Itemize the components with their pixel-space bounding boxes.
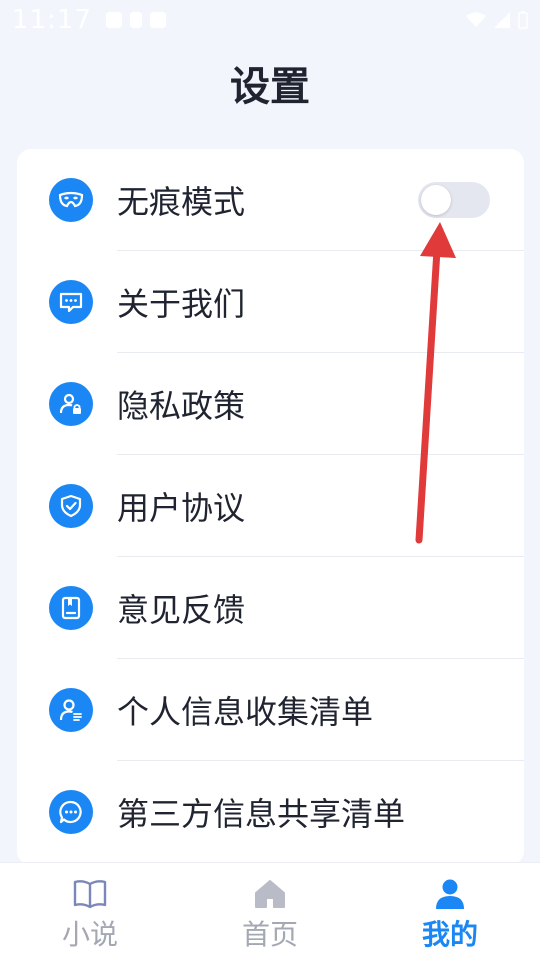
settings-item-label: 用户协议 — [117, 489, 246, 527]
mask-icon — [49, 178, 93, 222]
settings-item-label: 隐私政策 — [117, 387, 246, 425]
book-icon — [72, 877, 108, 911]
settings-item-incognito-mode[interactable]: 无痕模式 — [17, 149, 524, 251]
image-notification-icon — [105, 12, 122, 28]
signal-icon — [494, 12, 510, 28]
person-icon — [434, 877, 466, 911]
tab-mine[interactable]: 我的 — [360, 863, 540, 961]
settings-item-user-agreement[interactable]: 用户协议 — [17, 455, 524, 557]
settings-list: 无痕模式 关于我们 隐私政策 用户协议 意见反馈 个人信息收集清单 第三方信息共… — [17, 149, 524, 865]
tab-label: 首页 — [241, 918, 298, 951]
settings-item-personal-info-list[interactable]: 个人信息收集清单 — [17, 659, 524, 761]
home-icon — [254, 877, 286, 911]
status-bar: 11:17 — [0, 0, 540, 40]
wifi-icon — [466, 12, 486, 27]
download-notification-icon — [129, 12, 142, 28]
tab-home[interactable]: 首页 — [180, 863, 360, 961]
settings-item-privacy-policy[interactable]: 隐私政策 — [17, 353, 524, 455]
app-notification-icon — [149, 12, 166, 28]
notification-icons — [105, 12, 166, 28]
user-list-icon — [49, 688, 93, 732]
settings-item-label: 个人信息收集清单 — [117, 693, 374, 731]
settings-item-label: 意见反馈 — [117, 591, 246, 629]
user-lock-icon — [49, 382, 93, 426]
bottom-tab-bar: 小说 首页 我的 — [0, 862, 540, 961]
settings-item-third-party-sharing-list[interactable]: 第三方信息共享清单 — [17, 761, 524, 863]
tab-novel[interactable]: 小说 — [0, 863, 180, 961]
settings-item-label: 无痕模式 — [117, 183, 246, 221]
system-indicators — [466, 11, 528, 29]
battery-icon — [518, 11, 528, 29]
chat-bubble-icon — [49, 280, 93, 324]
notebook-icon — [49, 586, 93, 630]
ellipsis-bubble-icon — [49, 790, 93, 834]
tab-label: 我的 — [421, 918, 478, 951]
shield-check-icon — [49, 484, 93, 528]
settings-item-label: 第三方信息共享清单 — [117, 795, 406, 833]
toggle-knob — [421, 185, 451, 215]
status-time: 11:17 — [12, 5, 92, 35]
settings-item-feedback[interactable]: 意见反馈 — [17, 557, 524, 659]
settings-item-about-us[interactable]: 关于我们 — [17, 251, 524, 353]
page-title: 设置 — [230, 64, 310, 110]
tab-label: 小说 — [61, 918, 118, 951]
settings-item-label: 关于我们 — [117, 285, 246, 323]
incognito-toggle[interactable] — [418, 182, 490, 218]
